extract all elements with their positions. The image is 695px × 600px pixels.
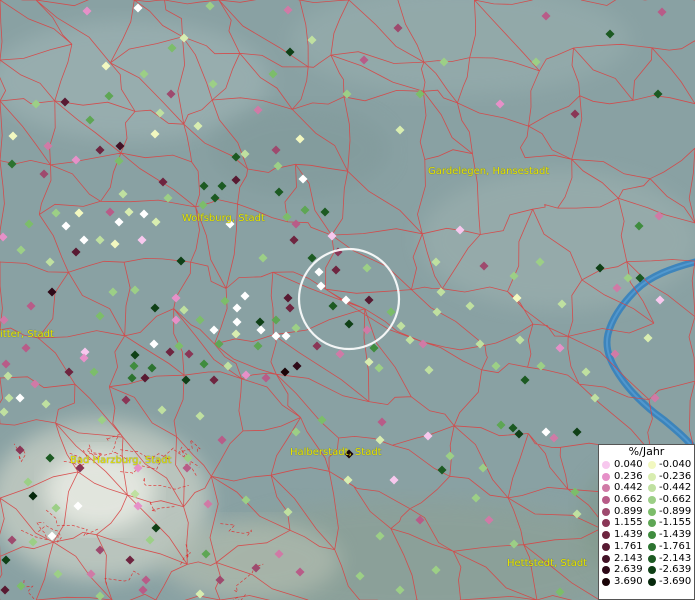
- legend-value-positive: 0.040: [614, 459, 643, 470]
- legend-swatch-negative: [648, 484, 656, 493]
- city-label-bad-harzburg: Bad Harzburg, Stadt: [70, 455, 172, 466]
- legend-row: 2.143 -2.143: [599, 553, 694, 565]
- legend-value-negative: -0.236: [659, 470, 692, 482]
- legend-value-positive: 2.639: [614, 564, 643, 576]
- legend-swatch-negative: [648, 472, 656, 481]
- legend-swatch-positive: [602, 472, 610, 481]
- legend-value-positive: 1.155: [614, 517, 643, 529]
- city-label-gifhorn: itter, Stadt: [0, 329, 54, 340]
- legend-swatch-negative: [648, 507, 656, 516]
- legend-value-positive: 2.143: [614, 552, 643, 564]
- legend-value-positive: 0.236: [614, 470, 643, 482]
- legend-value-positive: 0.442: [614, 482, 643, 494]
- legend-swatch-negative: [648, 554, 656, 563]
- city-label-halberstadt: Halberstadt, Stadt: [290, 447, 382, 458]
- legend-swatch-negative: [648, 461, 656, 469]
- city-label-hettstedt: Hettstedt, Stadt: [507, 558, 588, 569]
- legend-swatch-positive: [602, 519, 610, 528]
- legend-value-negative: -2.639: [659, 564, 692, 576]
- legend-value-positive: 0.899: [614, 505, 643, 517]
- legend-swatch-positive: [602, 507, 610, 516]
- legend-row: 3.690 -3.690: [599, 576, 694, 588]
- legend-swatch-negative: [648, 542, 656, 551]
- legend-swatch-positive: [602, 531, 610, 540]
- legend-value-negative: -2.143: [659, 552, 692, 564]
- legend-row: 1.439 -1.439: [599, 529, 694, 541]
- legend-swatch-positive: [602, 484, 610, 493]
- legend-swatch-positive: [602, 554, 610, 563]
- legend-rows: 0.040 -0.040 0.236 -0.236 0.442 -0.442 0.662 -0…: [599, 459, 694, 588]
- legend-swatch-negative: [648, 519, 656, 528]
- legend-row: 0.442 -0.442: [599, 482, 694, 494]
- legend-row: 0.662 -0.662: [599, 494, 694, 506]
- legend-value-negative: -1.155: [659, 517, 692, 529]
- legend-row: 0.899 -0.899: [599, 506, 694, 518]
- legend-swatch-positive: [602, 566, 610, 575]
- map-canvas[interactable]: [0, 0, 695, 600]
- city-label-wolfsburg: Wolfsburg, Stadt: [182, 213, 265, 224]
- legend-swatch-positive: [602, 461, 610, 469]
- legend-title: %/Jahr: [628, 445, 665, 458]
- legend-value-positive: 1.439: [614, 529, 643, 541]
- legend-swatch-positive: [602, 542, 610, 551]
- legend-value-negative: -1.761: [659, 540, 692, 552]
- legend-row: 0.040 -0.040: [599, 459, 694, 471]
- legend-value-positive: 1.761: [614, 540, 643, 552]
- legend-row: 1.761 -1.761: [599, 541, 694, 553]
- legend-swatch-negative: [648, 531, 656, 540]
- legend-swatch-negative: [648, 577, 656, 586]
- legend-row: 2.639 -2.639: [599, 564, 694, 576]
- legend-swatch-negative: [648, 496, 656, 505]
- legend-value-negative: -0.442: [659, 482, 692, 494]
- legend-value-positive: 0.662: [614, 494, 643, 506]
- legend-swatch-positive: [602, 496, 610, 505]
- legend: %/Jahr 0.040 -0.040 0.236 -0.236 0.442 -0.442…: [598, 444, 695, 600]
- legend-row: 1.155 -1.155: [599, 517, 694, 529]
- legend-swatch-negative: [648, 566, 656, 575]
- legend-value-negative: -0.662: [659, 494, 692, 506]
- legend-swatch-positive: [602, 577, 610, 586]
- legend-value-negative: -1.439: [659, 529, 692, 541]
- legend-value-negative: -0.040: [659, 459, 692, 470]
- legend-value-positive: 3.690: [614, 575, 643, 587]
- legend-value-negative: -3.690: [659, 575, 692, 587]
- city-label-gardelegen: Gardelegen, Hansestadt: [428, 166, 550, 177]
- legend-row: 0.236 -0.236: [599, 471, 694, 483]
- legend-value-negative: -0.899: [659, 505, 692, 517]
